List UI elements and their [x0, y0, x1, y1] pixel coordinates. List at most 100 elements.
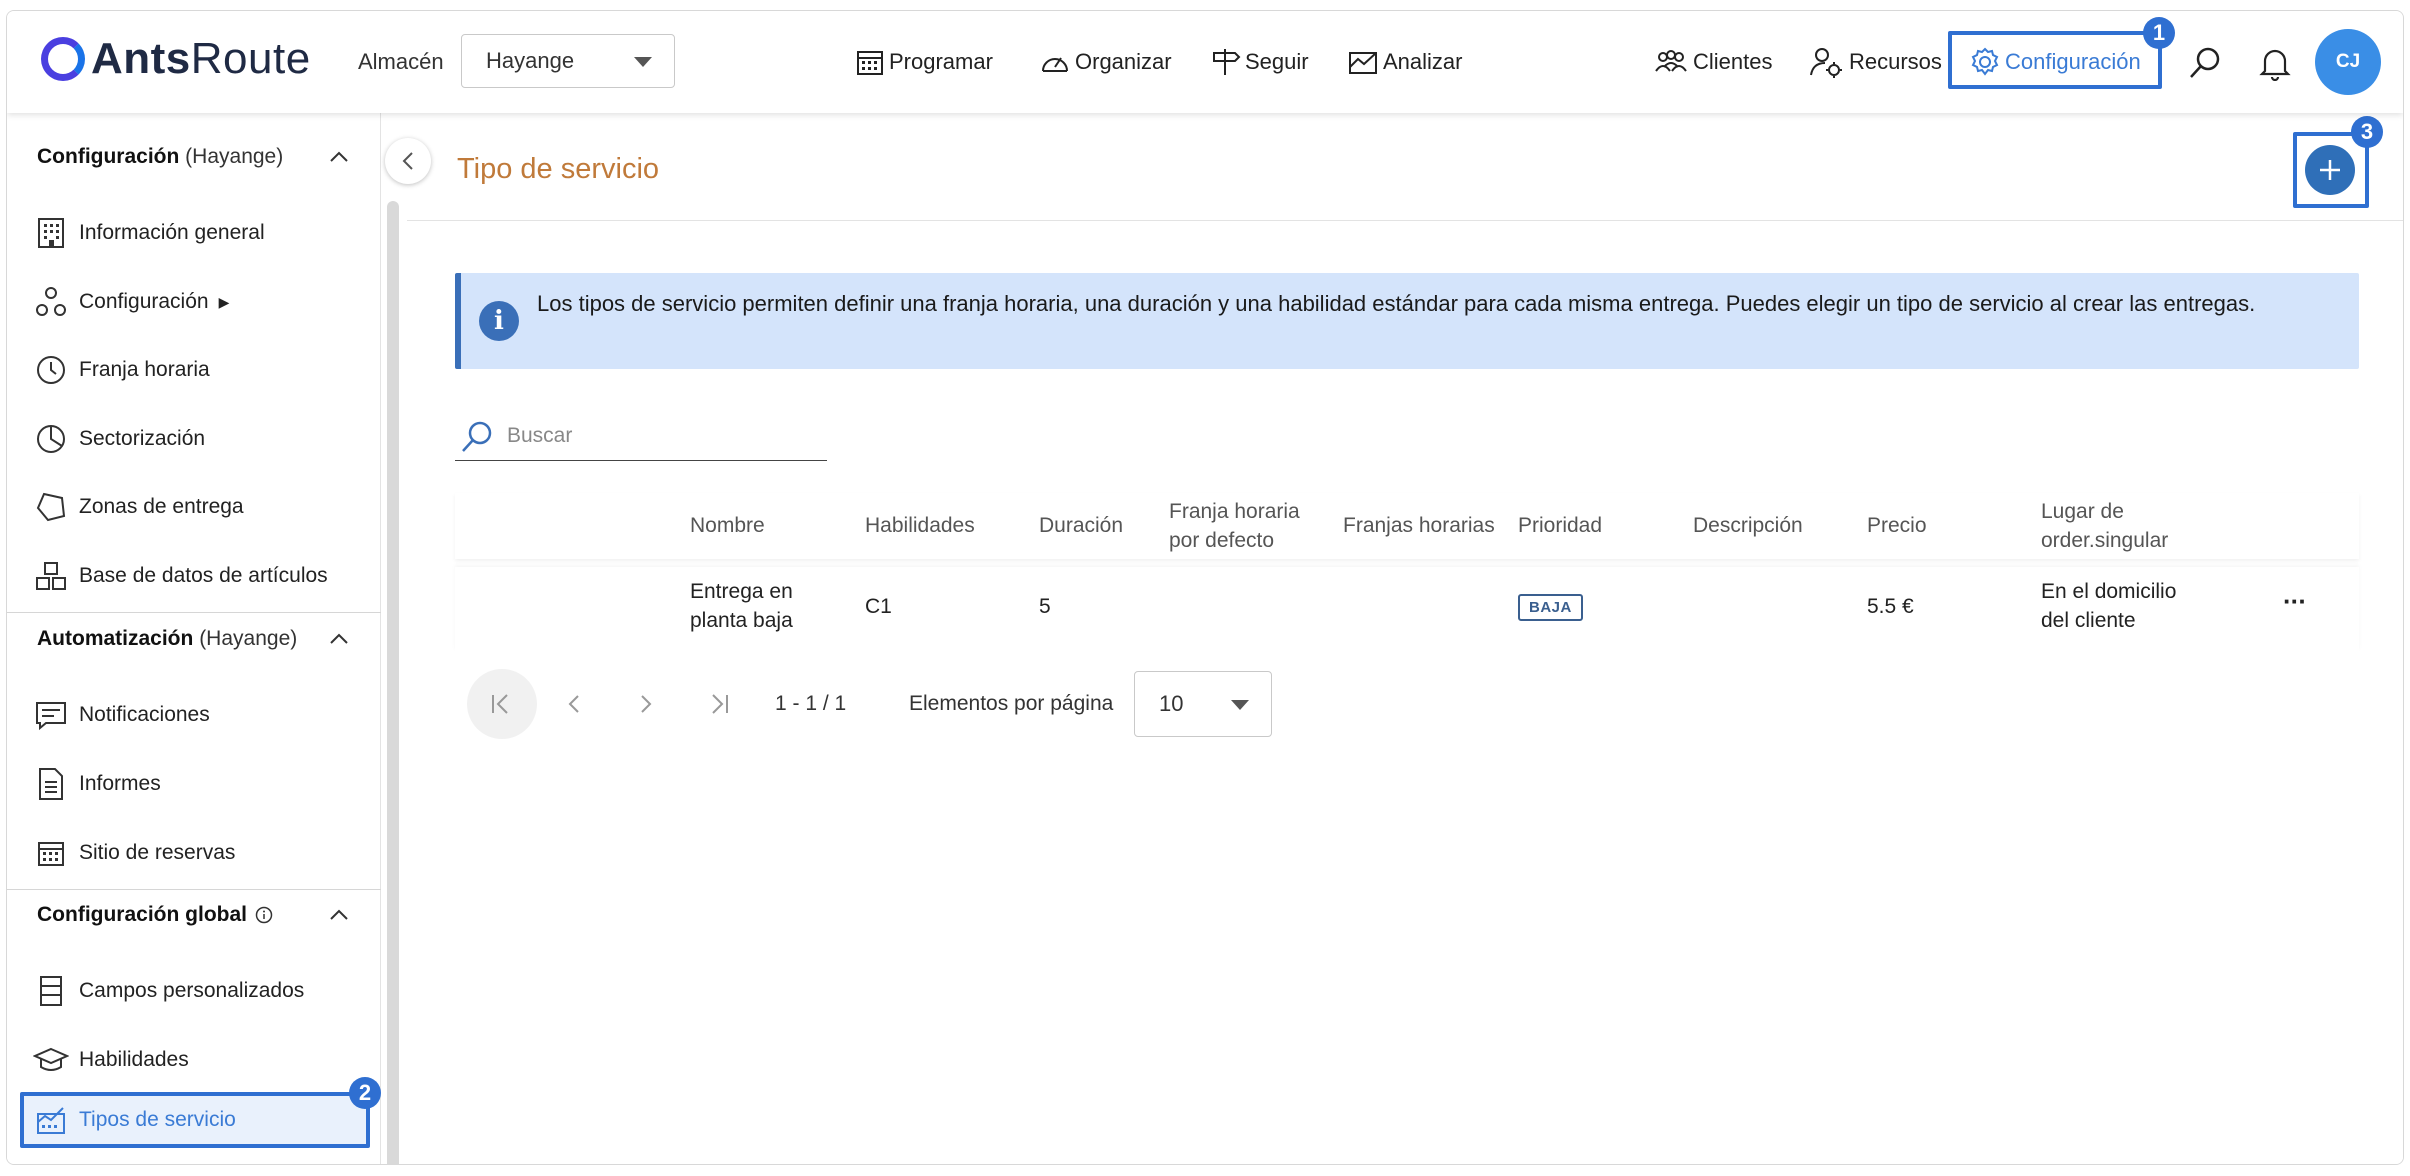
nav-analizar-label: Analizar [1383, 49, 1463, 74]
divider [7, 612, 381, 613]
search-icon [2190, 47, 2220, 78]
document-icon [33, 766, 69, 802]
chevron-up-icon[interactable] [329, 629, 349, 649]
col-prioridad[interactable]: Prioridad [1518, 511, 1602, 540]
chevron-right-icon [641, 695, 652, 713]
step-badge-1: 1 [2143, 17, 2175, 49]
cell-nombre: Entrega en planta baja [690, 580, 793, 632]
per-page-select[interactable]: 10 [1134, 671, 1272, 737]
search-field[interactable] [455, 413, 827, 461]
pie-chart-icon [33, 421, 69, 457]
info-banner: i Los tipos de servicio permiten definir… [455, 273, 2359, 369]
last-page-icon [712, 694, 728, 714]
graduation-cap-icon [33, 1042, 69, 1078]
col-duracion[interactable]: Duración [1039, 511, 1123, 540]
col-franjas[interactable]: Franjas horarias [1343, 511, 1495, 540]
col-precio[interactable]: Precio [1867, 511, 1927, 540]
chevron-left-icon [402, 152, 413, 170]
sidebar-item-zonas[interactable]: Zonas de entrega [33, 487, 244, 527]
chevron-up-icon[interactable] [329, 147, 349, 167]
nav-clientes[interactable]: Clientes [1653, 39, 1772, 85]
chevron-up-icon[interactable] [329, 905, 349, 925]
cell-precio: 5.5 € [1867, 595, 1914, 618]
search-icon [462, 421, 492, 452]
highlight-tipos-servicio [20, 1092, 370, 1148]
priority-badge: BAJA [1518, 594, 1583, 621]
nav-analizar[interactable]: Analizar [1347, 39, 1462, 85]
caret-right-icon: ▶ [218, 293, 230, 310]
sidebar-item-informacion[interactable]: Información general [33, 213, 265, 253]
col-habilidades[interactable]: Habilidades [865, 511, 975, 540]
col-franja-defecto[interactable]: Franja horaria por defecto [1169, 497, 1300, 555]
sidebar-item-base[interactable]: Base de datos de artículos [33, 556, 328, 596]
sidebar-item-label: Sitio de reservas [79, 841, 236, 864]
chart-icon [1349, 52, 1377, 74]
sidebar-item-label: Configuración [79, 290, 209, 313]
search-button[interactable] [2187, 45, 2223, 86]
polygon-icon [33, 489, 69, 525]
sidebar-item-configuracion[interactable]: Configuración ▶ [33, 282, 229, 322]
logo[interactable]: AntsRoute [41, 33, 311, 85]
sidebar-item-label: Campos personalizados [79, 979, 305, 1002]
sidebar-item-label: Informes [79, 772, 161, 795]
page-title: Tipo de servicio [457, 153, 660, 185]
top-bar: AntsRoute Almacén Hayange Programar Orga… [7, 11, 2403, 113]
bell-icon [2259, 49, 2291, 82]
divider [7, 889, 381, 890]
service-types-table: Nombre Habilidades Duración Franja horar… [455, 493, 2359, 743]
sidebar-item-notificaciones[interactable]: Notificaciones [33, 695, 210, 735]
sidebar-item-informes[interactable]: Informes [33, 764, 161, 804]
sidebar-item-campos[interactable]: Campos personalizados [33, 971, 304, 1011]
section-configuracion-title[interactable]: Configuración (Hayange) [37, 145, 283, 169]
avatar[interactable]: CJ [2315, 29, 2381, 95]
cell-duracion: 5 [1039, 595, 1051, 618]
users-icon [1655, 50, 1687, 72]
col-nombre[interactable]: Nombre [690, 511, 765, 540]
page-header: Tipo de servicio 3 [407, 113, 2403, 221]
warehouse-select-value: Hayange [486, 48, 575, 73]
sidebar-item-franja[interactable]: Franja horaria [33, 350, 210, 390]
message-icon [33, 697, 69, 733]
sidebar-item-sectorizacion[interactable]: Sectorización [33, 419, 205, 459]
chevron-left-icon [568, 695, 579, 713]
sidebar-scrollbar[interactable] [387, 201, 399, 1164]
next-page-button[interactable] [611, 669, 681, 739]
notifications-button[interactable] [2259, 45, 2291, 86]
nav-programar[interactable]: Programar [855, 39, 993, 85]
calendar-icon [857, 51, 883, 75]
nav-seguir-label: Seguir [1245, 49, 1309, 74]
info-banner-text: Los tipos de servicio permiten definir u… [537, 291, 2256, 316]
prev-page-button[interactable] [539, 669, 609, 739]
collapse-sidebar-button[interactable] [385, 138, 431, 184]
table-row[interactable]: Entrega en planta baja C1 5 BAJA 5.5 € En… [455, 567, 2359, 651]
section-global-title[interactable]: Configuración global [37, 903, 273, 927]
cell-lugar: En el domicilio del cliente [2041, 580, 2177, 632]
sidebar-item-label: Información general [79, 221, 265, 244]
col-lugar[interactable]: Lugar de order.singular [2041, 497, 2168, 555]
sidebar-item-habilidades[interactable]: Habilidades [33, 1040, 189, 1080]
cell-habilidades: C1 [865, 595, 892, 618]
nav-recursos[interactable]: Recursos [1809, 39, 1942, 85]
nav-organizar-label: Organizar [1075, 49, 1172, 74]
warehouse-select[interactable]: Hayange [461, 34, 675, 88]
logo-mark-icon [41, 37, 85, 81]
nodes-icon [33, 284, 69, 320]
nav-organizar[interactable]: Organizar [1039, 39, 1172, 85]
row-menu-button[interactable]: ··· [2283, 587, 2307, 616]
sidebar-item-label: Sectorización [79, 427, 206, 450]
per-page-value: 10 [1159, 691, 1184, 716]
per-page-label: Elementos por página [909, 692, 1114, 715]
nav-seguir[interactable]: Seguir [1211, 39, 1309, 85]
highlight-configuracion [1948, 31, 2162, 89]
sidebar-item-label: Zonas de entrega [79, 495, 244, 518]
last-page-button[interactable] [683, 669, 753, 739]
col-descripcion[interactable]: Descripción [1693, 511, 1803, 540]
section-automatizacion-title[interactable]: Automatización (Hayange) [37, 627, 297, 651]
info-icon [255, 906, 273, 924]
nav-clientes-label: Clientes [1693, 49, 1773, 74]
gauge-icon [1042, 57, 1068, 72]
first-page-button[interactable] [467, 669, 537, 739]
fields-icon [33, 973, 69, 1009]
sidebar-item-sitio[interactable]: Sitio de reservas [33, 833, 235, 873]
search-input[interactable] [507, 417, 817, 455]
